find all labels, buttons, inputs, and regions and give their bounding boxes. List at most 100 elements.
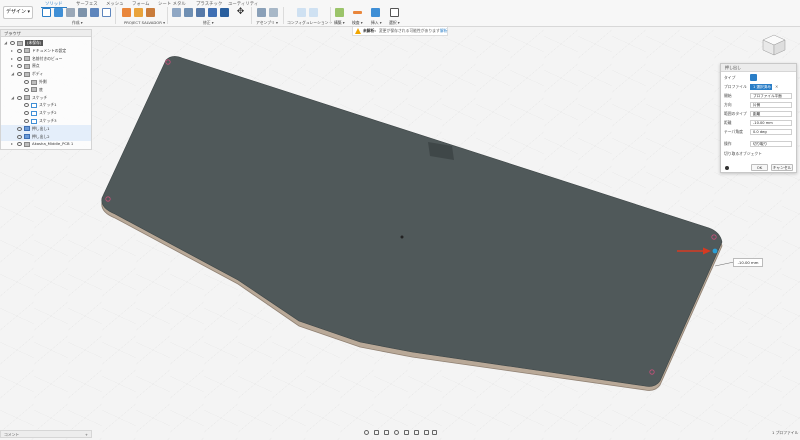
- ok-button[interactable]: OK: [751, 164, 768, 171]
- view-cube-icon[interactable]: [760, 33, 788, 57]
- plate-top-face[interactable]: [101, 56, 723, 387]
- grid-settings-icon[interactable]: [424, 430, 429, 435]
- select-icon[interactable]: [390, 8, 399, 17]
- profile-selection[interactable]: 1 選択済み: [750, 84, 772, 90]
- objects-to-cut-section[interactable]: 切り取るオブジェクト: [721, 150, 796, 158]
- visibility-eye-icon[interactable]: [17, 95, 22, 100]
- warning-action-link[interactable]: 解析: [440, 27, 448, 35]
- add-comment-button[interactable]: +: [85, 431, 88, 438]
- browser-row[interactable]: 底: [1, 86, 91, 94]
- expand-arrow-icon[interactable]: ▸: [11, 55, 13, 63]
- tab-sheet-metal[interactable]: シート メタル: [158, 1, 186, 7]
- measure-icon[interactable]: [353, 11, 362, 14]
- fit-icon[interactable]: [404, 430, 409, 435]
- comments-panel[interactable]: コメント +: [0, 430, 92, 438]
- direction-dropdown[interactable]: 片側: [750, 102, 792, 108]
- inspect-menu[interactable]: 検査 ▾: [352, 20, 363, 26]
- configuration-icon[interactable]: [297, 8, 306, 17]
- expand-arrow-icon[interactable]: ◢: [4, 39, 7, 47]
- browser-row[interactable]: ▸ Akasha_Middle_PCB 1: [1, 140, 91, 148]
- start-dropdown[interactable]: プロファイル平面: [750, 93, 792, 99]
- viewports-icon[interactable]: [432, 430, 437, 435]
- browser-row[interactable]: ◢ (未保存): [1, 39, 91, 47]
- visibility-eye-icon[interactable]: [24, 87, 29, 92]
- salvador-tool-2-icon[interactable]: [134, 8, 143, 17]
- browser-row[interactable]: ▸ 原点: [1, 62, 91, 70]
- combine-icon[interactable]: [220, 8, 229, 17]
- extrude-type-icon[interactable]: [750, 74, 757, 81]
- insert-menu[interactable]: 挿入 ▾: [371, 20, 382, 26]
- display-settings-icon[interactable]: [414, 430, 419, 435]
- visibility-eye-icon[interactable]: [17, 126, 22, 131]
- insert-image-icon[interactable]: [371, 8, 380, 17]
- browser-row[interactable]: 押し出し1: [1, 124, 91, 133]
- pattern-icon[interactable]: [102, 8, 111, 17]
- visibility-eye-icon[interactable]: [17, 56, 22, 61]
- 3d-viewport[interactable]: [0, 27, 800, 440]
- fillet-icon[interactable]: [184, 8, 193, 17]
- project-salvador-menu[interactable]: PROJECT SALVADOR ▾: [124, 20, 165, 25]
- visibility-eye-icon[interactable]: [17, 48, 22, 53]
- browser-row[interactable]: ▸ 名前付きのビュー: [1, 55, 91, 63]
- visibility-eye-icon[interactable]: [17, 134, 22, 139]
- move-icon[interactable]: ✥: [236, 8, 245, 17]
- browser-row[interactable]: スケッチ1: [1, 101, 91, 109]
- tab-form[interactable]: フォーム: [132, 1, 149, 7]
- salvador-tool-icon[interactable]: [122, 8, 131, 17]
- browser-row[interactable]: 外側: [1, 78, 91, 86]
- shell-icon[interactable]: [208, 8, 217, 17]
- select-menu[interactable]: 選択 ▾: [389, 20, 400, 26]
- expand-arrow-icon[interactable]: ◢: [11, 70, 14, 78]
- distance-field[interactable]: -10.00 mm: [750, 120, 792, 126]
- construct-menu[interactable]: 構築 ▾: [334, 20, 345, 26]
- operation-dropdown[interactable]: 切り取り: [750, 141, 792, 147]
- revolve-icon[interactable]: [78, 8, 87, 17]
- extrude-manipulator-handle[interactable]: [712, 248, 718, 254]
- assembly-menu[interactable]: アセンブリ ▾: [256, 20, 278, 26]
- browser-row[interactable]: スケッチ2: [1, 109, 91, 117]
- browser-row[interactable]: ◢ ボディ: [1, 70, 91, 78]
- orbit-icon[interactable]: [364, 430, 369, 435]
- visibility-eye-icon[interactable]: [24, 80, 29, 84]
- hole-icon[interactable]: [90, 8, 99, 17]
- joint-icon[interactable]: [269, 8, 278, 17]
- info-icon[interactable]: [725, 166, 729, 170]
- visibility-eye-icon[interactable]: [10, 41, 15, 45]
- configuration-table-icon[interactable]: [309, 8, 318, 17]
- canvas[interactable]: [0, 27, 800, 440]
- visibility-eye-icon[interactable]: [17, 72, 22, 77]
- extrude-icon[interactable]: [66, 8, 75, 17]
- salvador-tool-3-icon[interactable]: [146, 8, 155, 17]
- press-pull-icon[interactable]: [172, 8, 181, 17]
- visibility-eye-icon[interactable]: [17, 142, 22, 147]
- expand-arrow-icon[interactable]: ▸: [11, 62, 13, 70]
- expand-arrow-icon[interactable]: ▸: [11, 47, 13, 55]
- configuration-menu[interactable]: コンフィグュレーション ▾: [287, 20, 332, 26]
- tab-surface[interactable]: サーフェス: [76, 1, 98, 7]
- pan-icon[interactable]: [384, 430, 389, 435]
- visibility-eye-icon[interactable]: [24, 119, 29, 123]
- new-component-assembly-icon[interactable]: [257, 8, 266, 17]
- workspace-selector[interactable]: デザイン ▾: [3, 6, 33, 19]
- expand-arrow-icon[interactable]: ◢: [11, 94, 14, 102]
- visibility-eye-icon[interactable]: [24, 103, 29, 108]
- browser-row[interactable]: スケッチ3: [1, 117, 91, 125]
- create-menu[interactable]: 作成 ▾: [72, 20, 83, 26]
- look-at-icon[interactable]: [374, 430, 379, 435]
- extent-type-dropdown[interactable]: 距離: [750, 111, 792, 117]
- zoom-icon[interactable]: [394, 430, 399, 435]
- clear-profile-icon[interactable]: ✕: [775, 83, 778, 91]
- expand-arrow-icon[interactable]: ▸: [11, 140, 13, 148]
- visibility-eye-icon[interactable]: [17, 64, 22, 69]
- create-sketch-icon[interactable]: [54, 8, 63, 17]
- distance-input-box[interactable]: -10.00 mm: [733, 258, 763, 267]
- taper-angle-field[interactable]: 0.0 deg: [750, 129, 792, 135]
- visibility-eye-icon[interactable]: [24, 111, 29, 116]
- browser-row[interactable]: ▸ ドキュメントの設定: [1, 47, 91, 55]
- modify-menu[interactable]: 修正 ▾: [203, 20, 214, 26]
- browser-row[interactable]: ◢ スケッチ: [1, 94, 91, 102]
- offset-plane-icon[interactable]: [335, 8, 344, 17]
- tab-plastic[interactable]: プラスチック: [196, 1, 222, 7]
- cancel-button[interactable]: キャンセル: [771, 164, 793, 171]
- chamfer-icon[interactable]: [196, 8, 205, 17]
